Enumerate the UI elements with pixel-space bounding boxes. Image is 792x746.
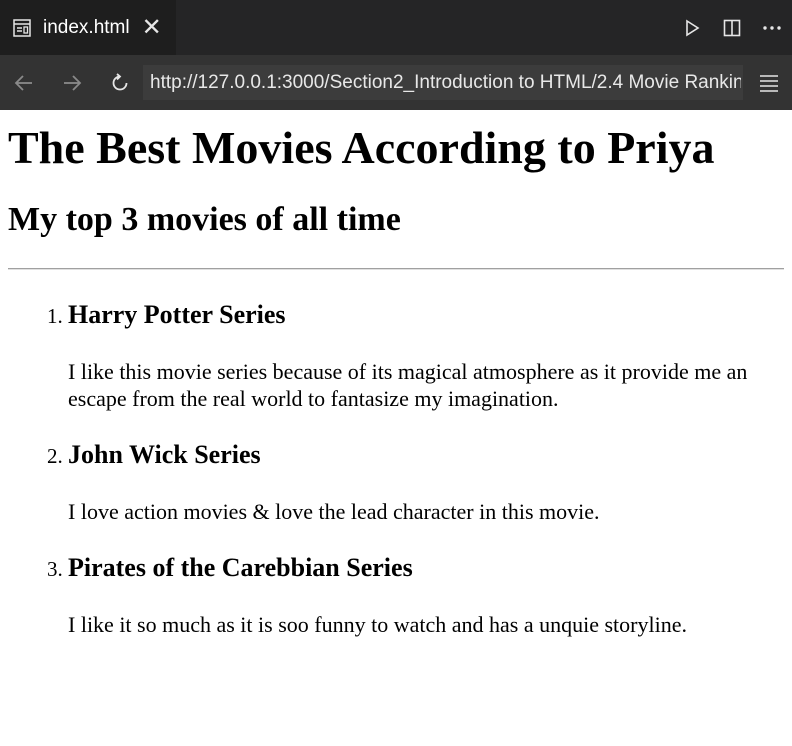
reload-icon[interactable]: [96, 55, 144, 110]
tab-label: index.html: [43, 16, 130, 38]
preview-file-icon: [12, 18, 32, 38]
movie-description: I like it so much as it is soo funny to …: [68, 612, 687, 637]
page-subtitle: My top 3 movies of all time: [8, 201, 401, 238]
page-content: The Best Movies According to Priya My to…: [0, 110, 792, 638]
movie-title: Pirates of the Carebbian Series: [68, 553, 413, 582]
list-item: Harry Potter Series I like this movie se…: [68, 300, 784, 412]
list-item: Pirates of the Carebbian Series I like i…: [68, 553, 784, 638]
movie-description: I like this movie series because of its …: [68, 359, 748, 411]
movie-title: Harry Potter Series: [68, 300, 286, 329]
url-input[interactable]: [143, 65, 743, 100]
title-actions: [672, 0, 792, 55]
page-title: The Best Movies According to Priya: [8, 122, 715, 173]
movie-description: I love action movies & love the lead cha…: [68, 499, 600, 524]
browser-navbar: [0, 55, 792, 110]
list-item: John Wick Series I love action movies & …: [68, 440, 784, 525]
more-icon[interactable]: [752, 8, 792, 48]
tab-index-html[interactable]: index.html ✕: [0, 0, 176, 55]
movie-list: Harry Potter Series I like this movie se…: [8, 300, 784, 638]
arrow-left-icon[interactable]: [0, 55, 48, 110]
menu-icon[interactable]: [754, 68, 784, 98]
split-editor-icon[interactable]: [712, 8, 752, 48]
divider: [8, 268, 784, 270]
editor-titlebar: index.html ✕: [0, 0, 792, 55]
run-icon[interactable]: [672, 8, 712, 48]
arrow-right-icon[interactable]: [48, 55, 96, 110]
movie-title: John Wick Series: [68, 440, 261, 469]
close-icon[interactable]: ✕: [142, 15, 162, 40]
